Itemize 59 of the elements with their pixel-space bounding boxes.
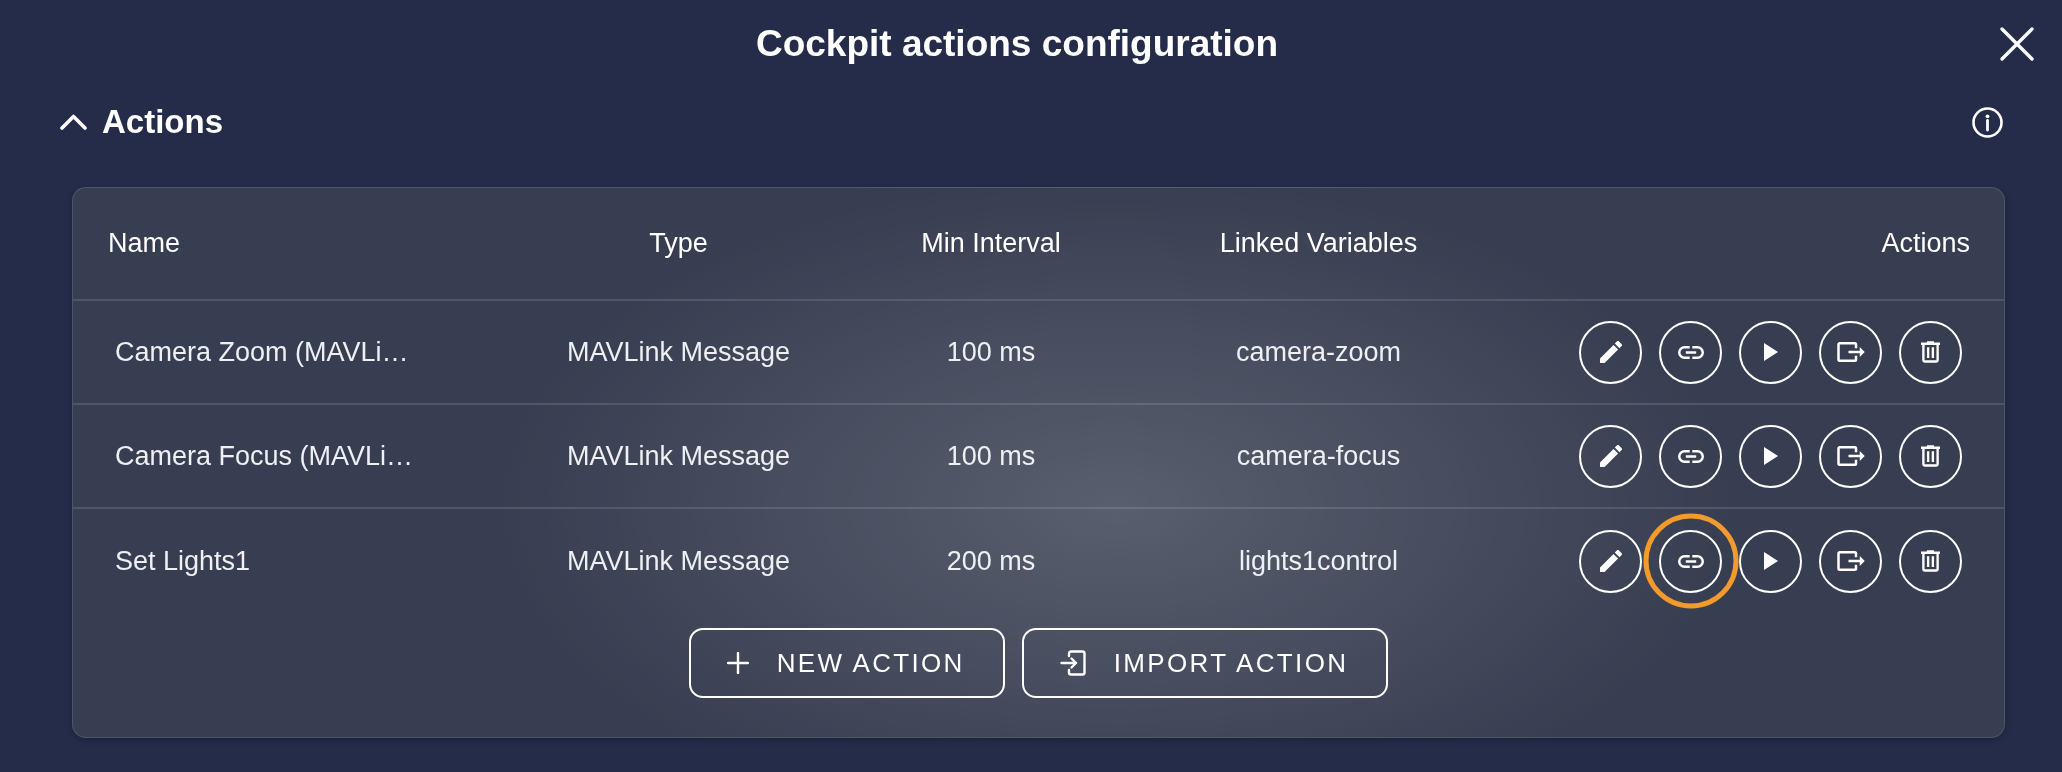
close-button[interactable] — [2000, 27, 2034, 61]
column-header: Type — [649, 227, 708, 261]
min-interval: 100 ms — [946, 439, 1036, 473]
trash-icon — [1921, 341, 1940, 363]
play-icon — [1763, 343, 1778, 361]
delete-button[interactable] — [1899, 320, 1962, 384]
column-header: Min Interval — [921, 227, 1061, 261]
info-icon — [1972, 106, 2003, 138]
linked-variable: lights1control — [1238, 544, 1399, 578]
link-icon — [1677, 345, 1704, 359]
export-icon — [1836, 342, 1865, 362]
import-action-button[interactable]: IMPORT ACTION — [1021, 628, 1389, 698]
play-button[interactable] — [1739, 320, 1802, 384]
min-interval: 200 ms — [946, 544, 1036, 578]
close-icon — [2000, 27, 2034, 61]
export-icon — [1836, 551, 1865, 571]
column-header: Linked Variables — [1219, 227, 1418, 261]
delete-button[interactable] — [1899, 529, 1962, 593]
link-button[interactable] — [1659, 424, 1722, 488]
action-name: Camera Zoom (MAVLi… — [114, 335, 410, 369]
linked-variable: camera-focus — [1236, 439, 1401, 473]
info-button[interactable] — [1972, 106, 2003, 138]
linked-variable: camera-zoom — [1235, 335, 1401, 369]
pencil-icon — [1599, 445, 1622, 467]
trash-icon — [1921, 550, 1940, 572]
export-button[interactable] — [1819, 529, 1882, 593]
import-icon — [1059, 650, 1086, 676]
play-icon — [1763, 552, 1778, 570]
new-action-button[interactable]: NEW ACTION — [688, 628, 1005, 698]
pencil-icon — [1599, 341, 1622, 363]
link-icon — [1677, 554, 1704, 568]
chevron-up-icon — [60, 114, 87, 130]
edit-button[interactable] — [1579, 424, 1642, 488]
delete-button[interactable] — [1899, 424, 1962, 488]
column-header: Name — [107, 227, 182, 261]
export-button[interactable] — [1819, 320, 1882, 384]
column-header: Actions — [1881, 227, 1971, 261]
collapse-toggle[interactable] — [60, 114, 87, 130]
link-button[interactable] — [1659, 320, 1722, 384]
edit-button[interactable] — [1579, 320, 1642, 384]
min-interval: 100 ms — [946, 335, 1036, 369]
action-type: MAVLink Message — [566, 439, 791, 473]
play-icon — [1763, 447, 1778, 465]
dialog-title: Cockpit actions configuration — [755, 21, 1279, 66]
action-type: MAVLink Message — [566, 335, 791, 369]
action-name: Set Lights1 — [114, 544, 252, 578]
link-button[interactable] — [1659, 529, 1722, 593]
play-button[interactable] — [1739, 424, 1802, 488]
section-title: Actions — [102, 102, 223, 142]
action-type: MAVLink Message — [566, 544, 791, 578]
action-name: Camera Focus (MAVLi… — [114, 439, 415, 473]
export-button[interactable] — [1819, 424, 1882, 488]
trash-icon — [1921, 445, 1940, 467]
edit-button[interactable] — [1579, 529, 1642, 593]
export-icon — [1836, 446, 1865, 466]
plus-icon — [726, 652, 749, 674]
play-button[interactable] — [1739, 529, 1802, 593]
link-icon — [1677, 449, 1704, 463]
pencil-icon — [1599, 550, 1622, 572]
